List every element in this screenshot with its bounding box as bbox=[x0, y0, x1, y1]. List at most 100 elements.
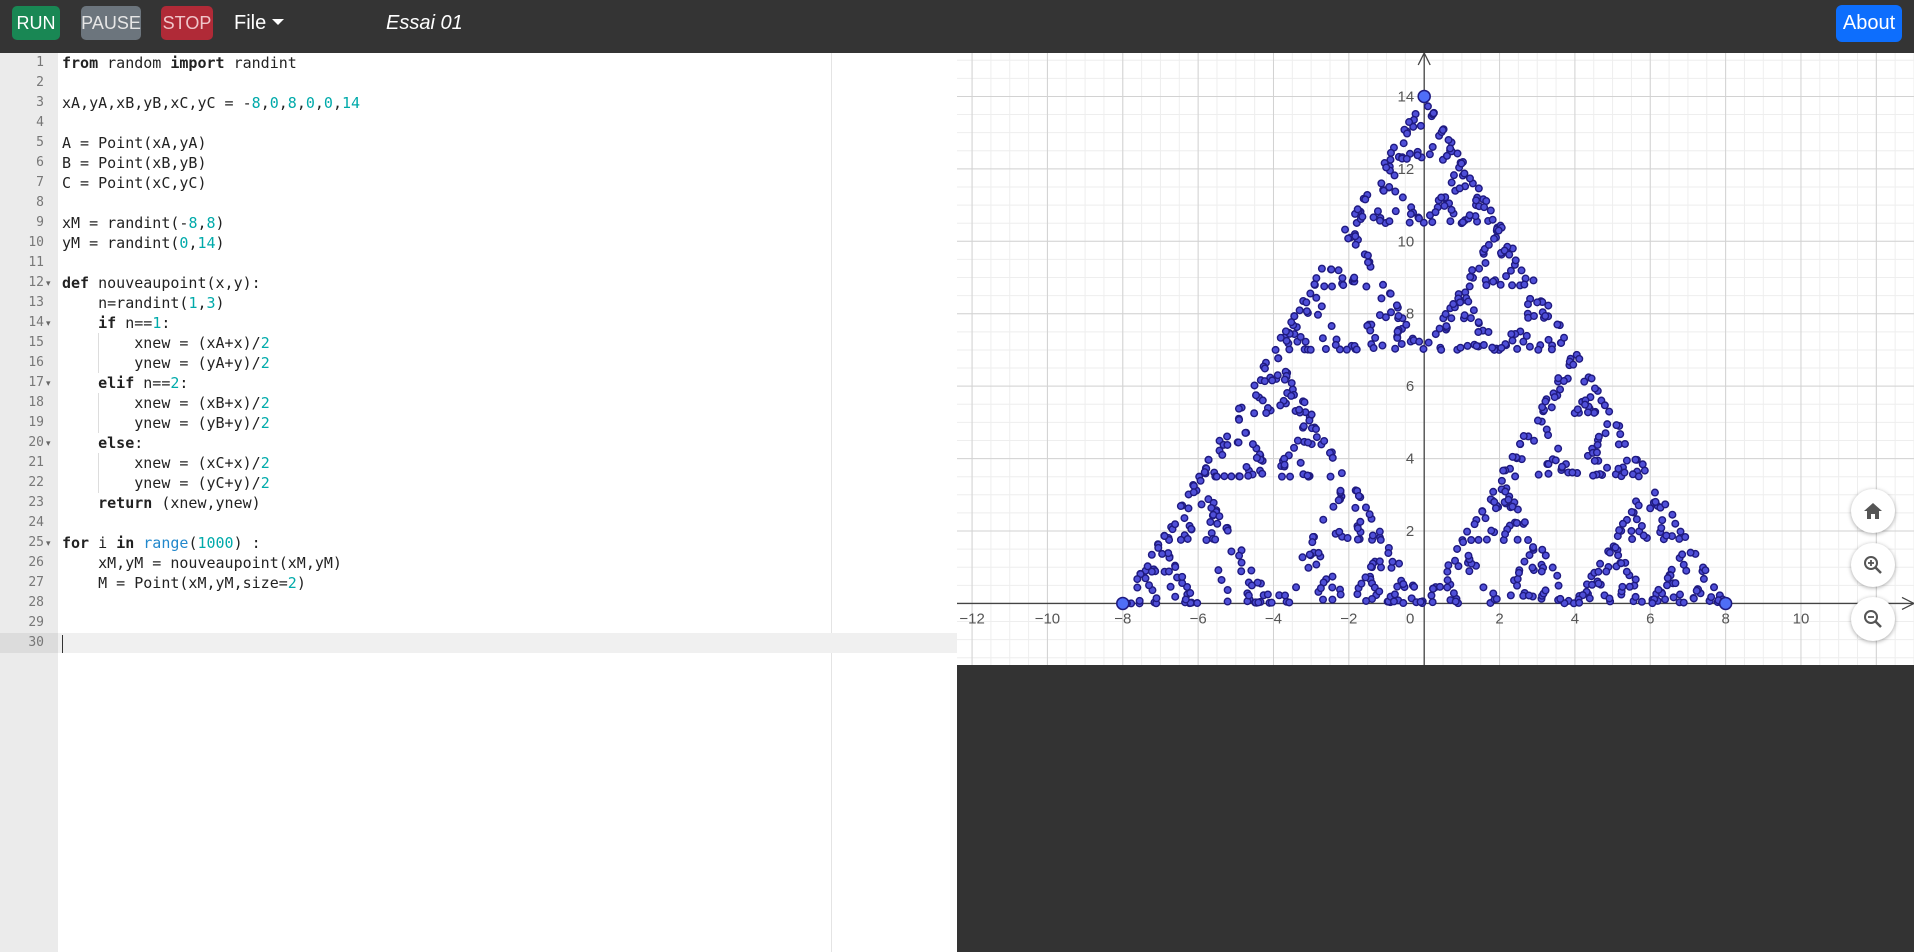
data-point bbox=[1506, 266, 1515, 275]
zoom-in-button[interactable] bbox=[1851, 543, 1895, 587]
fold-toggle-icon[interactable]: ▾ bbox=[46, 273, 56, 293]
code-line[interactable]: 26 xM,yM = nouveaupoint(xM,yM) bbox=[0, 553, 957, 573]
indent-guide bbox=[98, 453, 100, 473]
code-line[interactable]: 5 A = Point(xA,yA) bbox=[0, 133, 957, 153]
data-point bbox=[1575, 354, 1584, 363]
data-point bbox=[1438, 125, 1447, 134]
run-button[interactable]: RUN bbox=[12, 6, 60, 40]
fold-toggle-icon[interactable]: ▾ bbox=[46, 373, 56, 393]
data-point bbox=[1603, 463, 1612, 472]
data-point bbox=[1250, 381, 1259, 390]
data-point bbox=[1351, 232, 1360, 241]
data-point bbox=[1339, 281, 1348, 290]
data-point bbox=[1164, 567, 1173, 576]
x-tick-label: 4 bbox=[1571, 610, 1579, 627]
data-point bbox=[1204, 455, 1213, 464]
fold-toggle-icon[interactable]: ▾ bbox=[46, 433, 56, 453]
code-line[interactable]: 25 ▾ for i in range(1000) : bbox=[0, 533, 957, 553]
about-button[interactable]: About bbox=[1836, 5, 1902, 42]
code-line[interactable]: 17 ▾ elif n==2: bbox=[0, 373, 957, 393]
code-line[interactable]: 24 bbox=[0, 513, 957, 533]
data-point bbox=[1455, 184, 1464, 193]
fold-toggle-icon[interactable]: ▾ bbox=[46, 533, 56, 553]
data-point bbox=[1616, 430, 1625, 439]
line-number: 18 bbox=[28, 395, 44, 410]
data-point bbox=[1317, 302, 1326, 311]
code-line[interactable]: 7 C = Point(xC,yC) bbox=[0, 173, 957, 193]
data-point bbox=[1362, 596, 1371, 605]
code-line[interactable]: 28 bbox=[0, 593, 957, 613]
data-point bbox=[1369, 213, 1378, 222]
code-line[interactable]: 23 return (xnew,ynew) bbox=[0, 493, 957, 513]
data-point bbox=[1206, 518, 1215, 527]
data-point bbox=[1522, 331, 1531, 340]
data-point bbox=[1446, 144, 1455, 153]
data-point bbox=[1541, 312, 1550, 321]
data-point bbox=[1612, 421, 1621, 430]
data-point bbox=[1424, 338, 1433, 347]
data-point bbox=[1211, 535, 1220, 544]
data-point bbox=[1553, 320, 1562, 329]
code-line[interactable]: 15 xnew = (xA+x)/2 bbox=[0, 333, 957, 353]
code-line[interactable]: 13 n=randint(1,3) bbox=[0, 293, 957, 313]
code-line[interactable]: 21 xnew = (xC+x)/2 bbox=[0, 453, 957, 473]
code-token: : bbox=[134, 434, 144, 452]
file-menu[interactable]: File bbox=[234, 6, 285, 40]
data-point bbox=[1352, 345, 1361, 354]
code-token: ) : bbox=[233, 534, 261, 552]
code-line[interactable]: 22 ynew = (yC+y)/2 bbox=[0, 473, 957, 493]
code-line[interactable]: 16 ynew = (yA+y)/2 bbox=[0, 353, 957, 373]
code-line[interactable]: 1 from random import randint bbox=[0, 53, 957, 73]
data-point bbox=[1223, 526, 1232, 535]
code-text: else: bbox=[62, 433, 143, 453]
code-line[interactable]: 19 ynew = (yB+y)/2 bbox=[0, 413, 957, 433]
data-point bbox=[1544, 301, 1553, 310]
data-point bbox=[1319, 595, 1328, 604]
code-line[interactable]: 2 bbox=[0, 73, 957, 93]
code-line[interactable]: 18 xnew = (xB+x)/2 bbox=[0, 393, 957, 413]
x-tick-label: −8 bbox=[1114, 610, 1131, 627]
code-line[interactable]: 4 bbox=[0, 113, 957, 133]
data-point bbox=[1300, 398, 1309, 407]
code-line[interactable]: 8 bbox=[0, 193, 957, 213]
stop-button[interactable]: STOP bbox=[161, 6, 213, 40]
data-point bbox=[1451, 597, 1460, 606]
code-editor[interactable]: 1 from random import randint 2 3 xA,yA,xB,yB… bbox=[0, 53, 957, 952]
data-point bbox=[1171, 592, 1180, 601]
code-line[interactable]: 9 xM = randint(-8,8) bbox=[0, 213, 957, 233]
data-point bbox=[1193, 599, 1202, 608]
code-line[interactable]: 6 B = Point(xB,yB) bbox=[0, 153, 957, 173]
code-line[interactable]: 10 yM = randint(0,14) bbox=[0, 233, 957, 253]
data-point bbox=[1415, 337, 1424, 346]
code-token: ynew = (yB+y)/ bbox=[62, 414, 261, 432]
pause-button[interactable]: PAUSE bbox=[81, 6, 141, 40]
code-line[interactable]: 29 bbox=[0, 613, 957, 633]
x-tick-label: −10 bbox=[1035, 610, 1060, 627]
data-point bbox=[1541, 551, 1550, 560]
line-number: 28 bbox=[28, 595, 44, 610]
fold-toggle-icon[interactable]: ▾ bbox=[46, 313, 56, 333]
code-line[interactable]: 14 ▾ if n==1: bbox=[0, 313, 957, 333]
zoom-out-button[interactable] bbox=[1851, 597, 1895, 641]
data-point bbox=[1133, 583, 1142, 592]
data-point bbox=[1525, 342, 1534, 351]
data-point bbox=[1431, 330, 1440, 339]
data-point bbox=[1376, 535, 1385, 544]
data-point bbox=[1183, 534, 1192, 543]
data-point bbox=[1331, 340, 1340, 349]
data-point bbox=[1287, 391, 1296, 400]
zoom-in-icon bbox=[1864, 556, 1882, 574]
code-line[interactable]: 12 ▾ def nouveaupoint(x,y): bbox=[0, 273, 957, 293]
data-point bbox=[1368, 531, 1377, 540]
home-view-button[interactable] bbox=[1851, 489, 1895, 533]
graph-view[interactable]: −12−10−8−6−4−20246810122468101214 bbox=[957, 53, 1914, 665]
code-line[interactable]: 3 xA,yA,xB,yB,xC,yC = -8,0,8,0,0,14 bbox=[0, 93, 957, 113]
data-point bbox=[1292, 583, 1301, 592]
data-point bbox=[1334, 496, 1343, 505]
code-line[interactable]: 20 ▾ else: bbox=[0, 433, 957, 453]
scatter-plot[interactable]: −12−10−8−6−4−20246810122468101214 bbox=[957, 53, 1914, 665]
data-point bbox=[1603, 420, 1612, 429]
code-line[interactable]: 27 M = Point(xM,yM,size=2) bbox=[0, 573, 957, 593]
code-line[interactable]: 30 bbox=[0, 633, 957, 653]
code-line[interactable]: 11 bbox=[0, 253, 957, 273]
